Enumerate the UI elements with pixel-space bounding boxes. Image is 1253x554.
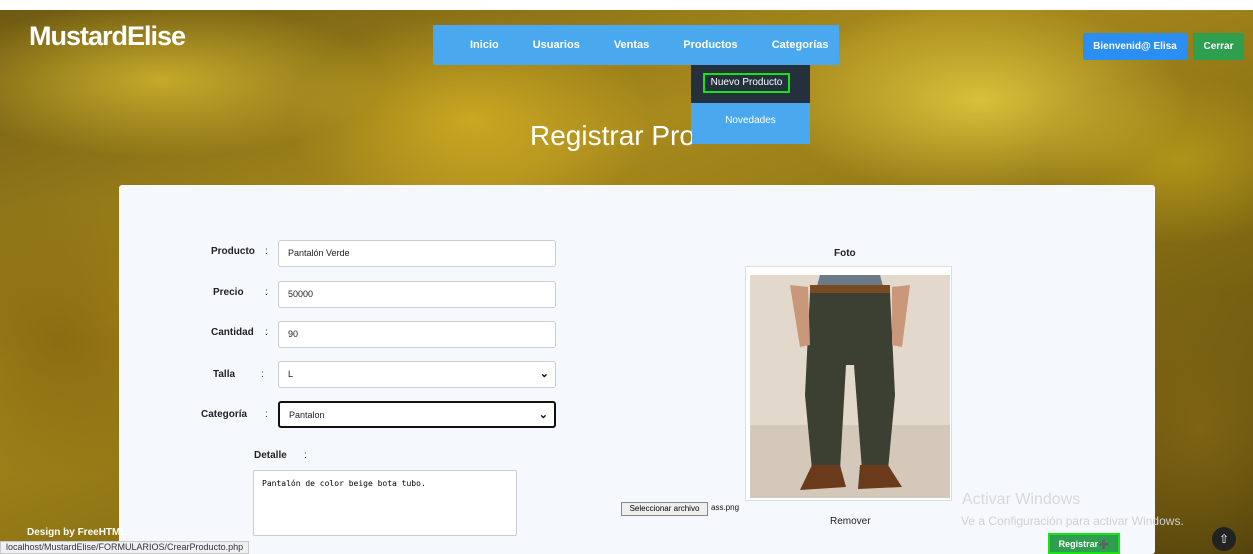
dropdown-nuevo-producto[interactable]: Nuevo Producto xyxy=(703,73,790,93)
nav-ventas[interactable]: Ventas xyxy=(614,39,649,51)
colon: : xyxy=(265,409,268,420)
product-label: Producto xyxy=(211,246,255,257)
file-name: ass.png xyxy=(711,503,740,512)
category-label: Categoría xyxy=(201,409,248,420)
pants-image xyxy=(750,275,950,498)
plus-circle-icon: ➕ xyxy=(1098,539,1110,549)
colon: : xyxy=(265,287,268,298)
detail-textarea[interactable]: Pantalón de color beige bota tubo. xyxy=(253,470,517,536)
detail-label: Detalle xyxy=(254,450,287,461)
price-input[interactable]: 50000 xyxy=(278,281,556,308)
dropdown-novedades[interactable]: Novedades xyxy=(691,115,810,126)
colon: : xyxy=(261,369,264,380)
brand-logo[interactable]: MustardElise xyxy=(29,21,186,52)
quantity-input[interactable]: 90 xyxy=(278,321,556,348)
category-value: Pantalon xyxy=(289,410,325,420)
logout-button[interactable]: Cerrar xyxy=(1193,33,1244,60)
register-button[interactable]: Registrar➕ xyxy=(1048,533,1120,554)
product-input[interactable]: Pantalón Verde xyxy=(278,240,556,267)
photo-label: Foto xyxy=(834,248,856,259)
photo-frame xyxy=(745,266,952,501)
colon: : xyxy=(265,246,268,257)
windows-activation-subtitle: Ve a Configuración para activar Windows. xyxy=(961,514,1184,528)
colon: : xyxy=(304,450,307,461)
category-select[interactable]: Pantalon ⌄ xyxy=(278,401,556,428)
top-strip xyxy=(0,0,1253,10)
nav-usuarios[interactable]: Usuarios xyxy=(533,39,580,51)
welcome-button[interactable]: Bienvenid@ Elisa xyxy=(1083,33,1187,60)
chevron-down-icon: ⌄ xyxy=(538,409,548,421)
quantity-label: Cantidad xyxy=(211,327,254,338)
colon: : xyxy=(265,327,268,338)
windows-activation-title: Activar Windows xyxy=(962,491,1081,508)
price-label: Precio xyxy=(213,287,244,298)
size-value: L xyxy=(288,369,294,379)
product-photo xyxy=(750,275,950,498)
nav-inicio[interactable]: Inicio xyxy=(470,39,499,51)
remove-photo-link[interactable]: Remover xyxy=(830,516,871,527)
size-label: Talla xyxy=(213,369,236,380)
main-nav: Inicio Usuarios Ventas Productos Categor… xyxy=(433,25,839,65)
register-label: Registrar xyxy=(1058,539,1099,549)
share-icon[interactable]: ⇧ xyxy=(1212,527,1236,551)
chevron-down-icon: ⌄ xyxy=(539,368,549,380)
choose-file-button[interactable]: Seleccionar archivo xyxy=(621,502,708,516)
nav-categorias[interactable]: Categorías xyxy=(772,39,829,51)
size-select[interactable]: L ⌄ xyxy=(278,361,556,388)
page-title: Registrar Producto xyxy=(530,120,692,151)
productos-dropdown: Nuevo Producto Novedades xyxy=(691,65,810,144)
footer-credit[interactable]: Design by FreeHTML xyxy=(27,527,126,538)
nav-productos[interactable]: Productos xyxy=(683,39,737,51)
status-bar-url: localhost/MustardElise/FORMULARIOS/Crear… xyxy=(0,541,250,554)
